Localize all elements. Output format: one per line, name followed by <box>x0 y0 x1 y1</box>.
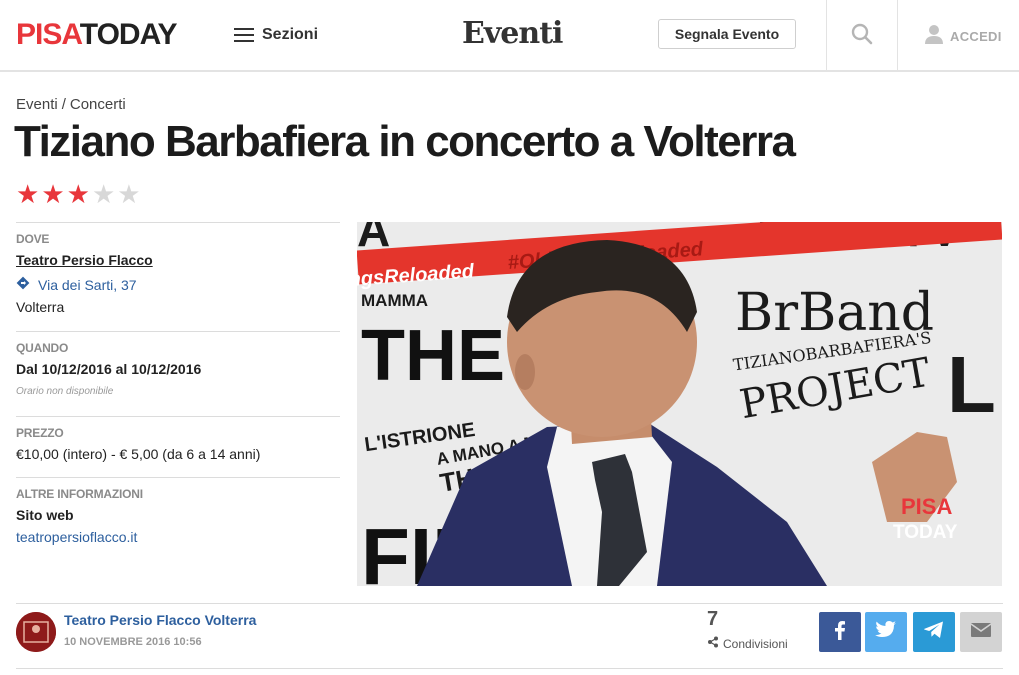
sections-menu-button[interactable]: Sezioni <box>234 22 318 48</box>
poster-watermark-pisa: PISA <box>901 494 952 519</box>
star-icon[interactable]: ★ <box>41 181 64 207</box>
email-icon <box>970 622 992 643</box>
section-title[interactable]: Eventi <box>462 16 563 51</box>
website-link[interactable]: teatropersioflacco.it <box>16 529 340 545</box>
avatar[interactable] <box>16 612 56 652</box>
author-link[interactable]: Teatro Persio Flacco Volterra <box>64 612 256 628</box>
logo-part-pisa: PISA <box>16 18 81 51</box>
facebook-icon <box>829 619 851 646</box>
site-logo[interactable]: PISATODAY <box>16 18 178 52</box>
share-count: 7 <box>707 608 719 630</box>
event-poster-image[interactable]: A R A F A V #OldSongsReloaded ngsReloade… <box>357 222 1002 586</box>
more-info-section: ALTRE INFORMAZIONI Sito web teatropersio… <box>16 477 340 562</box>
header-divider <box>897 0 898 70</box>
city-text: Volterra <box>16 299 65 315</box>
twitter-share-button[interactable] <box>865 612 907 652</box>
breadcrumb-section[interactable]: Eventi <box>16 96 58 113</box>
event-dates: Dal 10/12/2016 al 10/12/2016 <box>16 361 202 377</box>
login-label: ACCEDI <box>950 29 1002 44</box>
more-info-label: ALTRE INFORMAZIONI <box>16 487 143 501</box>
star-icon[interactable]: ★ <box>16 181 39 207</box>
publish-date: 10 NOVEMBRE 2016 10:56 <box>64 636 202 648</box>
search-icon[interactable] <box>850 22 876 48</box>
share-label-group: Condivisioni <box>707 636 788 651</box>
poster-word: MAMMA <box>361 291 428 310</box>
star-icon[interactable]: ★ <box>67 181 90 207</box>
footer-divider <box>16 603 1003 604</box>
poster-word: THE <box>361 316 505 396</box>
breadcrumb-separator: / <box>61 96 66 113</box>
price-value: €10,00 (intero) - € 5,00 (da 6 a 14 anni… <box>16 446 261 462</box>
time-note: Orario non disponibile <box>16 386 114 397</box>
share-icon <box>707 636 719 651</box>
hamburger-icon <box>234 28 254 42</box>
footer-bottom-divider <box>16 668 1003 669</box>
page-title: Tiziano Barbafiera in concerto a Volterr… <box>14 117 796 166</box>
breadcrumb-category[interactable]: Concerti <box>70 96 126 113</box>
breadcrumb: Eventi / Concerti <box>16 96 126 113</box>
event-info: DOVE Teatro Persio Flacco Via dei Sarti,… <box>16 222 340 562</box>
poster-watermark-today: TODAY <box>893 522 958 543</box>
star-rating[interactable]: ★ ★ ★ ★ ★ <box>16 181 141 207</box>
twitter-icon <box>874 619 898 646</box>
website-label: Sito web <box>16 507 74 523</box>
address-link[interactable]: Via dei Sarti, 37 <box>16 276 340 293</box>
where-section: DOVE Teatro Persio Flacco Via dei Sarti,… <box>16 222 340 331</box>
where-label: DOVE <box>16 232 50 246</box>
svg-text:L: L <box>947 340 996 429</box>
telegram-icon <box>922 619 946 646</box>
telegram-share-button[interactable] <box>913 612 955 652</box>
star-icon[interactable]: ★ <box>92 181 115 207</box>
facebook-share-button[interactable] <box>819 612 861 652</box>
report-event-button[interactable]: Segnala Evento <box>658 19 796 49</box>
email-share-button[interactable] <box>960 612 1002 652</box>
venue-link[interactable]: Teatro Persio Flacco <box>16 252 153 268</box>
directions-icon <box>16 276 30 293</box>
share-label: Condivisioni <box>723 636 788 651</box>
header-divider <box>826 0 827 70</box>
user-icon <box>924 24 944 49</box>
when-label: QUANDO <box>16 341 69 355</box>
price-section: PREZZO €10,00 (intero) - € 5,00 (da 6 a … <box>16 416 340 477</box>
address-text: Via dei Sarti, 37 <box>38 276 137 293</box>
star-icon[interactable]: ★ <box>117 181 140 207</box>
price-label: PREZZO <box>16 426 64 440</box>
logo-part-today: TODAY <box>79 18 178 51</box>
when-section: QUANDO Dal 10/12/2016 al 10/12/2016 Orar… <box>16 331 340 416</box>
site-header: PISATODAY Sezioni Eventi Segnala Evento … <box>0 0 1019 72</box>
sections-menu-label: Sezioni <box>262 26 319 43</box>
login-button[interactable]: ACCEDI <box>924 24 1002 49</box>
